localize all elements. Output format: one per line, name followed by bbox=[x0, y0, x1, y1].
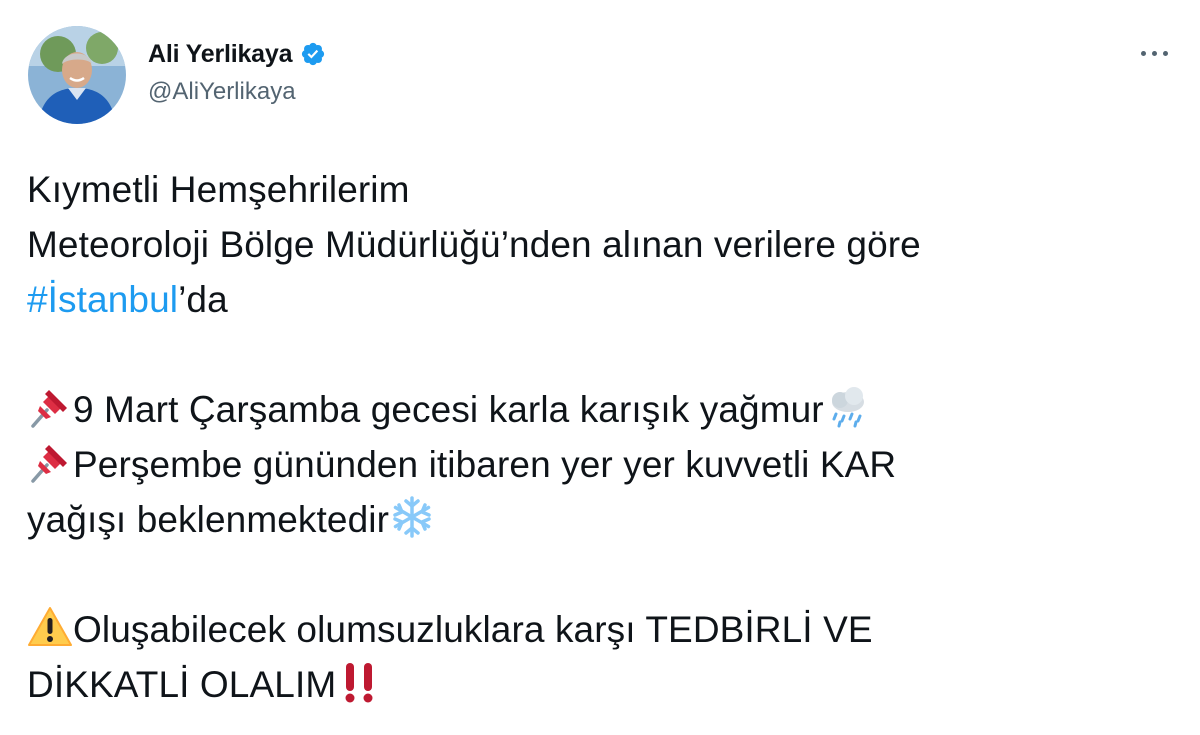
tweet-line: Kıymetli Hemşehrilerim bbox=[27, 169, 410, 210]
pushpin-emoji bbox=[27, 439, 73, 485]
tweet-line: 9 Mart Çarşamba gecesi karla karışık yağ… bbox=[27, 382, 1177, 437]
tweet-text: Kıymetli Hemşehrilerim Meteoroloji Bölge… bbox=[27, 162, 1177, 712]
double-exclamation-emoji bbox=[336, 659, 382, 705]
tweet-card: Ali Yerlikaya @AliYerlikaya Kıymetli Hem… bbox=[0, 0, 1200, 735]
hashtag-link[interactable]: #İstanbul bbox=[27, 279, 178, 320]
tweet-line: #İstanbul’da bbox=[27, 272, 1177, 327]
tweet-line-text: yağışı beklenmektedir bbox=[27, 499, 390, 540]
tweet-line-text: DİKKATLİ OLALIM bbox=[27, 664, 337, 705]
tweet-line: yağışı beklenmektedir bbox=[27, 492, 1177, 547]
verified-badge-icon bbox=[300, 41, 326, 67]
tweet-line-text: Oluşabilecek olumsuzluklara karşı TEDBİR… bbox=[73, 609, 873, 650]
author-display-name[interactable]: Ali Yerlikaya bbox=[148, 40, 292, 69]
tweet-line-suffix: ’da bbox=[178, 279, 228, 320]
tweet-header: Ali Yerlikaya @AliYerlikaya bbox=[28, 26, 326, 126]
author-handle[interactable]: @AliYerlikaya bbox=[148, 78, 326, 106]
snowflake-emoji bbox=[389, 494, 435, 540]
tweet-line-text: 9 Mart Çarşamba gecesi karla karışık yağ… bbox=[73, 389, 824, 430]
name-row: Ali Yerlikaya bbox=[148, 38, 326, 70]
pushpin-emoji bbox=[27, 384, 73, 430]
author-names: Ali Yerlikaya @AliYerlikaya bbox=[148, 38, 326, 106]
more-dot bbox=[1162, 50, 1168, 56]
tweet-line: Meteoroloji Bölge Müdürlüğü’nden alınan … bbox=[27, 224, 921, 265]
tweet-line-text: Perşembe gününden itibaren yer yer kuvve… bbox=[73, 444, 897, 485]
warning-emoji bbox=[27, 604, 73, 650]
avatar[interactable] bbox=[28, 26, 126, 124]
tweet-line: DİKKATLİ OLALIM bbox=[27, 657, 1177, 712]
tweet-line: Oluşabilecek olumsuzluklara karşı TEDBİR… bbox=[27, 602, 1177, 657]
cloud-with-rain-emoji bbox=[824, 384, 870, 430]
more-options-icon[interactable] bbox=[1136, 38, 1172, 68]
more-dot bbox=[1151, 50, 1157, 56]
more-dot bbox=[1140, 50, 1146, 56]
tweet-line: Perşembe gününden itibaren yer yer kuvve… bbox=[27, 437, 1177, 492]
